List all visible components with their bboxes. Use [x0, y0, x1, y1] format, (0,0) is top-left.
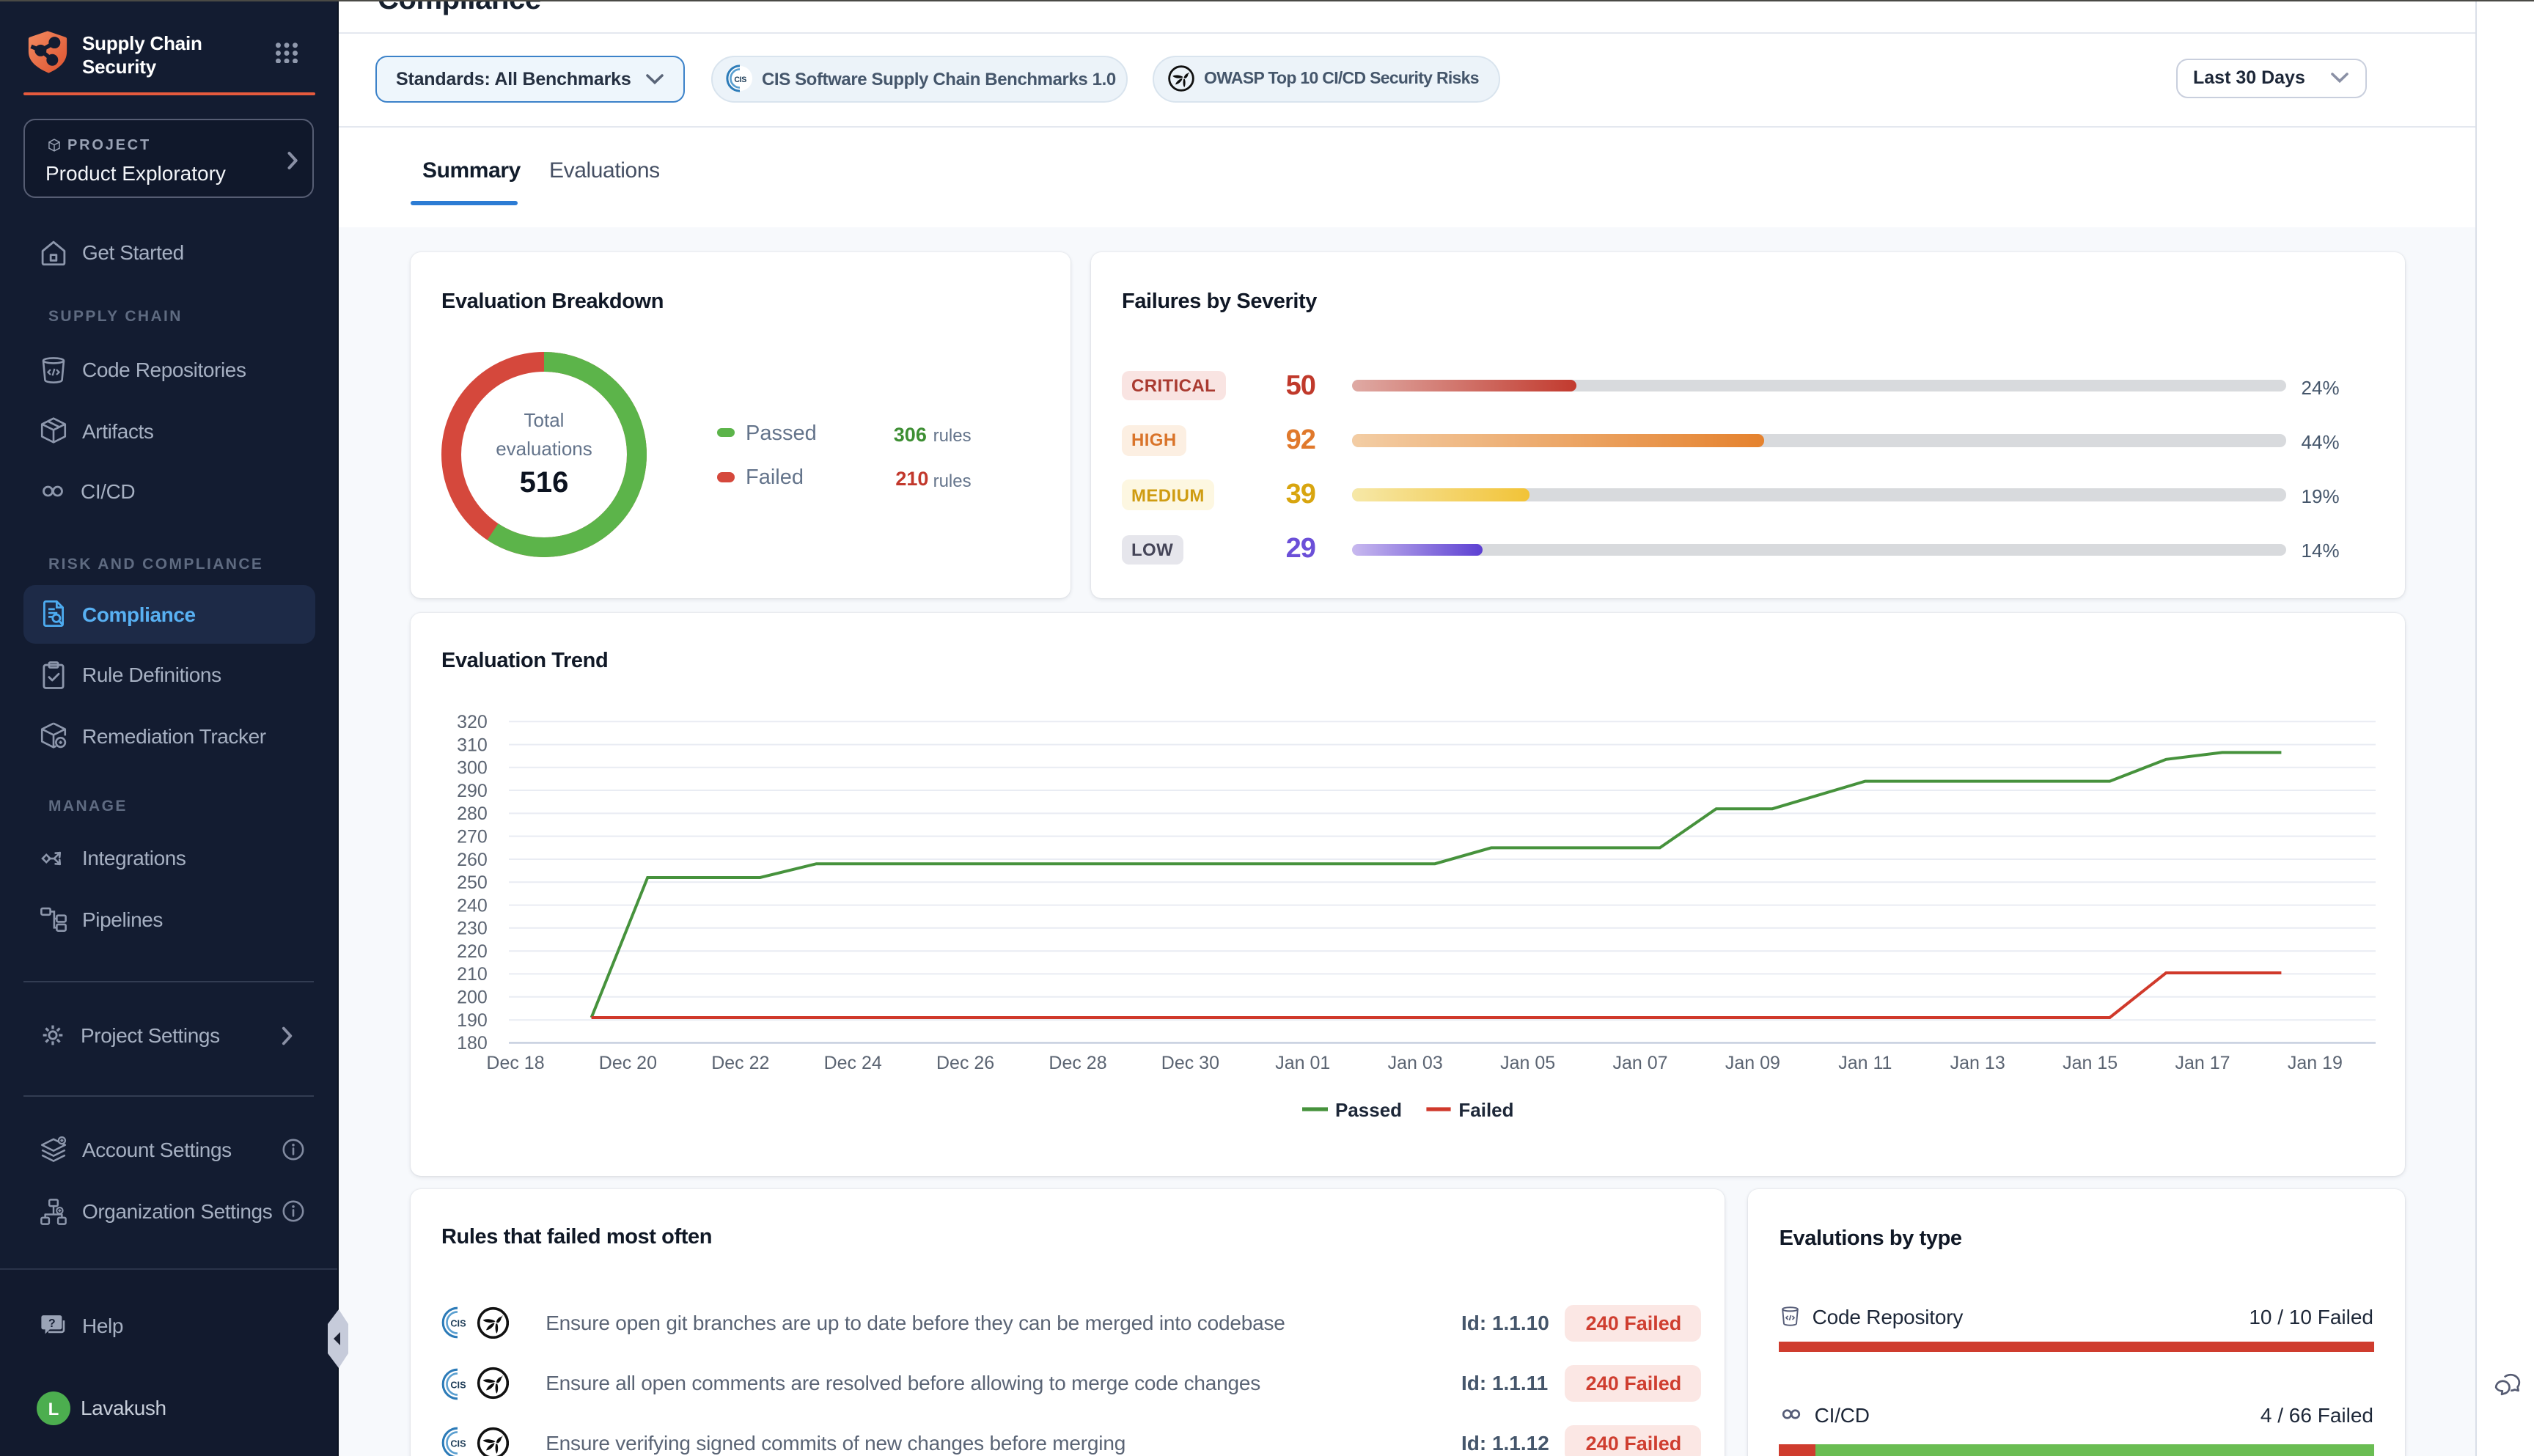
svg-text:Jan 11: Jan 11 — [1838, 1052, 1892, 1073]
svg-text:Jan 07: Jan 07 — [1612, 1052, 1667, 1073]
svg-text:?: ? — [48, 1317, 54, 1329]
svg-text:180: 180 — [457, 1032, 488, 1053]
svg-text:Dec 24: Dec 24 — [824, 1052, 882, 1073]
svg-text:CIS: CIS — [450, 1317, 466, 1328]
svg-text:Total: Total — [524, 408, 565, 430]
svg-text:Dec 26: Dec 26 — [936, 1052, 994, 1073]
svg-text:Jan 19: Jan 19 — [2288, 1052, 2343, 1073]
svg-text:250: 250 — [457, 872, 488, 892]
svg-text:Dec 28: Dec 28 — [1049, 1052, 1106, 1073]
svg-text:230: 230 — [457, 918, 488, 938]
svg-text:240: 240 — [457, 894, 488, 915]
svg-text:Passed: Passed — [1335, 1098, 1402, 1120]
svg-text:Jan 05: Jan 05 — [1500, 1052, 1555, 1073]
svg-text:Jan 09: Jan 09 — [1725, 1052, 1780, 1073]
svg-text:290: 290 — [457, 780, 488, 801]
svg-text:Dec 18: Dec 18 — [486, 1052, 544, 1073]
svg-text:210: 210 — [457, 963, 488, 984]
svg-text:Dec 22: Dec 22 — [711, 1052, 769, 1073]
svg-text:280: 280 — [457, 803, 488, 823]
svg-text:Jan 01: Jan 01 — [1275, 1052, 1330, 1073]
svg-text:516: 516 — [520, 466, 569, 498]
svg-text:300: 300 — [457, 757, 488, 778]
svg-text:CIS: CIS — [450, 1378, 466, 1389]
svg-text:200: 200 — [457, 987, 488, 1007]
svg-text:Dec 20: Dec 20 — [599, 1052, 657, 1073]
svg-text:320: 320 — [457, 711, 488, 732]
svg-text:Jan 15: Jan 15 — [2063, 1052, 2118, 1073]
svg-text:310: 310 — [457, 734, 488, 754]
svg-text:Jan 03: Jan 03 — [1388, 1052, 1443, 1073]
svg-text:220: 220 — [457, 941, 488, 961]
svg-text:CIS: CIS — [733, 76, 746, 84]
svg-text:Dec 30: Dec 30 — [1161, 1052, 1219, 1073]
svg-text:CIS: CIS — [450, 1438, 466, 1449]
svg-text:190: 190 — [457, 1010, 488, 1030]
svg-text:Failed: Failed — [1458, 1098, 1513, 1120]
svg-text:evaluations: evaluations — [496, 437, 592, 459]
svg-text:270: 270 — [457, 826, 488, 846]
svg-text:Jan 17: Jan 17 — [2175, 1052, 2230, 1073]
svg-text:Jan 13: Jan 13 — [1950, 1052, 2005, 1073]
svg-text:260: 260 — [457, 849, 488, 869]
